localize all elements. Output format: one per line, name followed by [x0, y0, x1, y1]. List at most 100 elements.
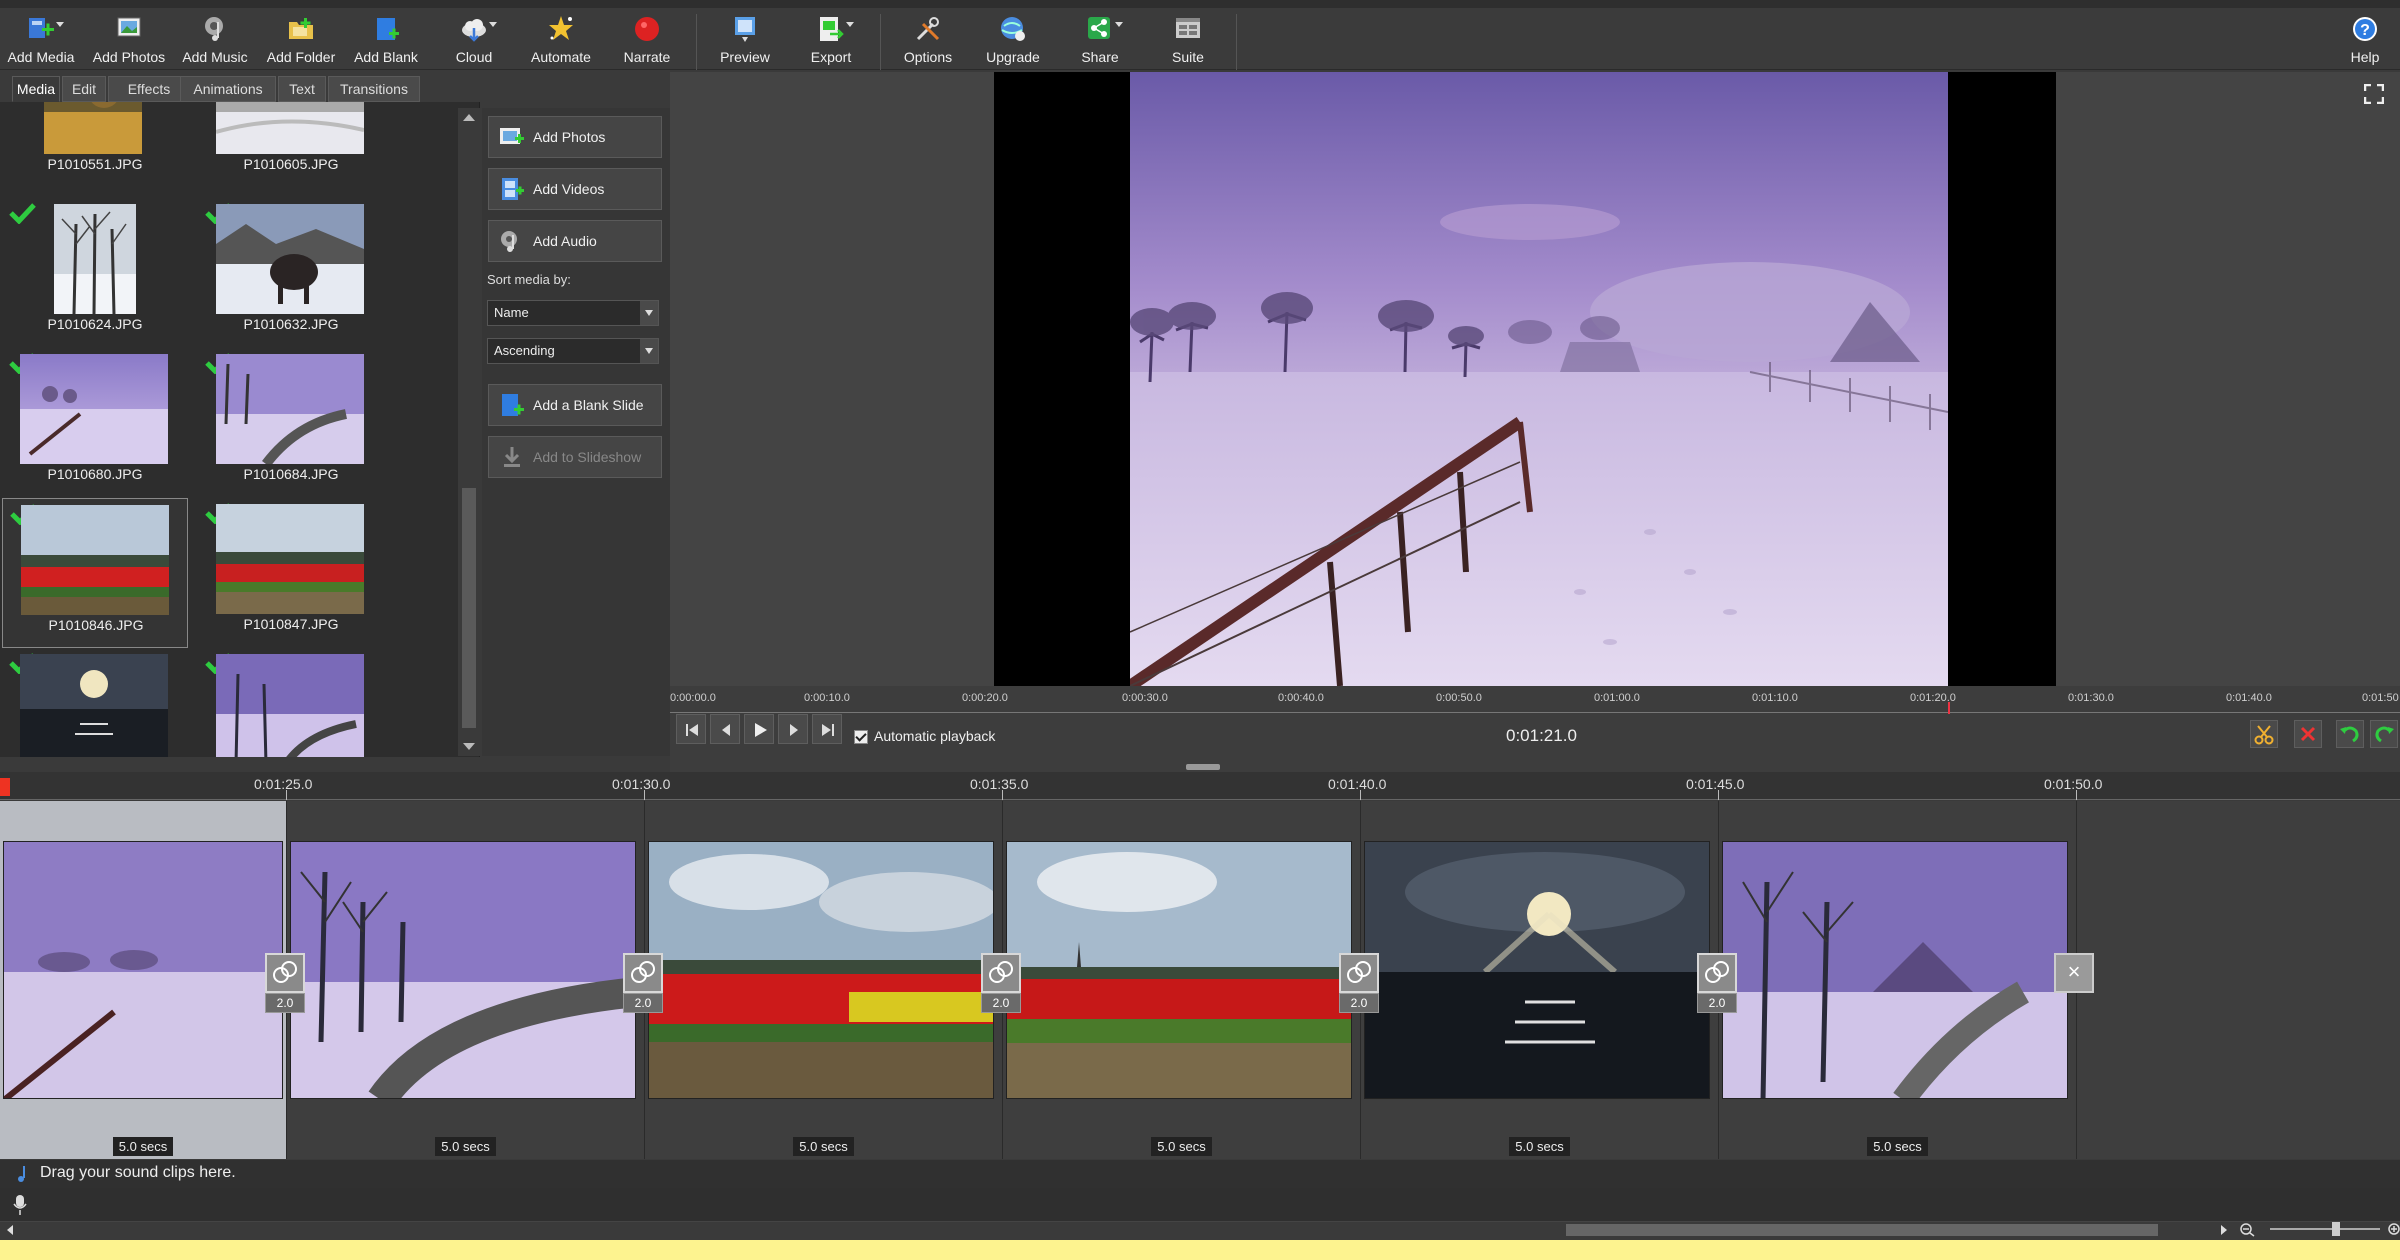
zoom-in-icon[interactable]	[2388, 1223, 2400, 1237]
delete-button[interactable]	[2294, 720, 2322, 748]
timeline-slide[interactable]: 5.0 secs	[287, 801, 645, 1159]
media-thumb[interactable]: P1010605.JPG	[198, 102, 384, 202]
timeline-playhead[interactable]	[0, 778, 10, 796]
slide-duration[interactable]: 5.0 secs	[0, 1137, 286, 1156]
previous-slide-button[interactable]	[710, 714, 740, 744]
media-filename: P1010847.JPG	[243, 616, 339, 632]
playhead-marker[interactable]	[1948, 702, 1950, 714]
tab-edit[interactable]: Edit	[62, 76, 106, 102]
timeline-scroll-thumb[interactable]	[1566, 1224, 2158, 1236]
cloud-button[interactable]: Cloud	[446, 12, 502, 70]
media-thumb-selected[interactable]: P1010846.JPG	[2, 498, 188, 648]
scroll-left-icon[interactable]	[6, 1225, 14, 1235]
timeline-slide[interactable]: 5.0 secs	[645, 801, 1003, 1159]
upgrade-button[interactable]: Upgrade	[980, 12, 1046, 70]
timeline-ruler[interactable]: 0:01:25.0 0:01:30.0 0:01:35.0 0:01:40.0 …	[0, 772, 2400, 800]
timeline-tick-label: 0:01:40.0	[1328, 776, 1387, 792]
transition-marker[interactable]: 2.0	[1697, 953, 1737, 1013]
tab-text[interactable]: Text	[278, 76, 326, 102]
add-photos-panel-button[interactable]: Add Photos	[488, 116, 662, 158]
svg-text:?: ?	[2360, 22, 2370, 39]
redo-button[interactable]	[2370, 720, 2398, 748]
play-button[interactable]	[744, 714, 774, 744]
automatic-playback-checkbox[interactable]	[854, 730, 868, 745]
zoom-out-icon[interactable]	[2240, 1223, 2256, 1237]
slide-duration[interactable]: 5.0 secs	[287, 1137, 644, 1156]
panel-splitter[interactable]	[1186, 764, 1220, 770]
ruler-tick: 0:00:40.0	[1278, 692, 1324, 704]
media-thumb[interactable]: P1010680.JPG	[2, 348, 188, 498]
cut-button[interactable]	[2250, 720, 2278, 748]
add-photos-button[interactable]: Add Photos	[92, 12, 166, 70]
tab-media[interactable]: Media	[12, 76, 60, 102]
add-blank-button[interactable]: Add Blank	[352, 12, 420, 70]
tab-transitions[interactable]: Transitions	[328, 76, 420, 102]
add-folder-button[interactable]: Add Folder	[266, 12, 336, 70]
timeline-slide[interactable]: 5.0 secs	[1003, 801, 1361, 1159]
add-to-slideshow-button[interactable]: Add to Slideshow	[488, 436, 662, 478]
next-slide-button[interactable]	[778, 714, 808, 744]
media-thumb[interactable]: P1010847.JPG	[198, 498, 384, 648]
timeline-slide[interactable]: 5.0 secs	[1361, 801, 1719, 1159]
transition-marker[interactable]: 2.0	[1339, 953, 1379, 1013]
automate-button[interactable]: Automate	[526, 12, 596, 70]
narration-track[interactable]	[0, 1188, 2400, 1222]
add-audio-button[interactable]: Add Audio	[488, 220, 662, 262]
zoom-slider-track[interactable]	[2270, 1228, 2380, 1230]
slide-duration[interactable]: 5.0 secs	[1361, 1137, 1718, 1156]
media-thumb[interactable]	[198, 648, 384, 757]
thumbnail-image	[216, 204, 364, 314]
add-music-button[interactable]: Add Music	[182, 12, 248, 70]
media-thumb[interactable]: P1010551.JPG	[2, 102, 188, 202]
media-thumb[interactable]: P1010632.JPG	[198, 198, 384, 348]
slide-duration[interactable]: 5.0 secs	[1719, 1137, 2076, 1156]
automatic-playback-toggle[interactable]: Automatic playback	[854, 728, 995, 745]
fullscreen-icon[interactable]	[2364, 84, 2384, 104]
sort-by-select[interactable]: Name	[487, 300, 659, 326]
thumbnail-image	[20, 654, 168, 757]
zoom-slider-handle[interactable]	[2332, 1222, 2340, 1236]
help-button[interactable]: ? Help	[2340, 12, 2390, 70]
sort-order-select[interactable]: Ascending	[487, 338, 659, 364]
export-button[interactable]: Export	[800, 12, 862, 70]
go-to-end-button[interactable]	[812, 714, 842, 744]
suite-button[interactable]: Suite	[1158, 12, 1218, 70]
end-marker-icon[interactable]: ×	[2054, 953, 2094, 993]
scroll-right-icon[interactable]	[2220, 1225, 2228, 1235]
add-media-button[interactable]: Add Media	[6, 12, 76, 70]
tab-effects[interactable]: Effects	[108, 76, 190, 102]
media-thumb[interactable]: P1010624.JPG	[2, 198, 188, 348]
suite-icon	[1173, 14, 1203, 44]
checkmark-icon	[9, 203, 36, 224]
add-blank-slide-button[interactable]: Add a Blank Slide	[488, 384, 662, 426]
toolbar-separator	[1236, 14, 1237, 70]
media-thumb[interactable]	[2, 648, 188, 757]
go-to-start-button[interactable]	[676, 714, 706, 744]
add-videos-button[interactable]: Add Videos	[488, 168, 662, 210]
slide-duration[interactable]: 5.0 secs	[645, 1137, 1002, 1156]
transition-marker[interactable]: 2.0	[981, 953, 1021, 1013]
media-thumb[interactable]: P1010684.JPG	[198, 348, 384, 498]
redo-icon	[2375, 726, 2394, 743]
timeline-slide[interactable]: 5.0 secs	[0, 801, 287, 1159]
timeline-scrollbar[interactable]	[0, 1222, 2400, 1238]
timeline-tick-label: 0:01:45.0	[1686, 776, 1745, 792]
transition-marker[interactable]: 2.0	[265, 953, 305, 1013]
options-button[interactable]: Options	[896, 12, 960, 70]
narrate-button[interactable]: Narrate	[616, 12, 678, 70]
tab-animations[interactable]: Animations	[180, 76, 276, 102]
music-note-icon	[18, 1166, 25, 1182]
scroll-thumb[interactable]	[462, 488, 476, 728]
share-button[interactable]: Share	[1070, 12, 1130, 70]
scroll-down-icon[interactable]	[463, 743, 475, 750]
slide-duration[interactable]: 5.0 secs	[1003, 1137, 1360, 1156]
sound-track[interactable]: Drag your sound clips here.	[0, 1160, 2400, 1188]
media-scrollbar[interactable]	[458, 108, 480, 756]
preview-button[interactable]: Preview	[712, 12, 778, 70]
add-videos-label: Add Videos	[533, 181, 605, 197]
undo-button[interactable]	[2336, 720, 2364, 748]
scroll-up-icon[interactable]	[463, 114, 475, 121]
slideshow-app: Add Media Add Photos Add Music Add Folde…	[0, 0, 2400, 1260]
timeline-slide[interactable]: 5.0 secs	[1719, 801, 2077, 1159]
transition-marker[interactable]: 2.0	[623, 953, 663, 1013]
